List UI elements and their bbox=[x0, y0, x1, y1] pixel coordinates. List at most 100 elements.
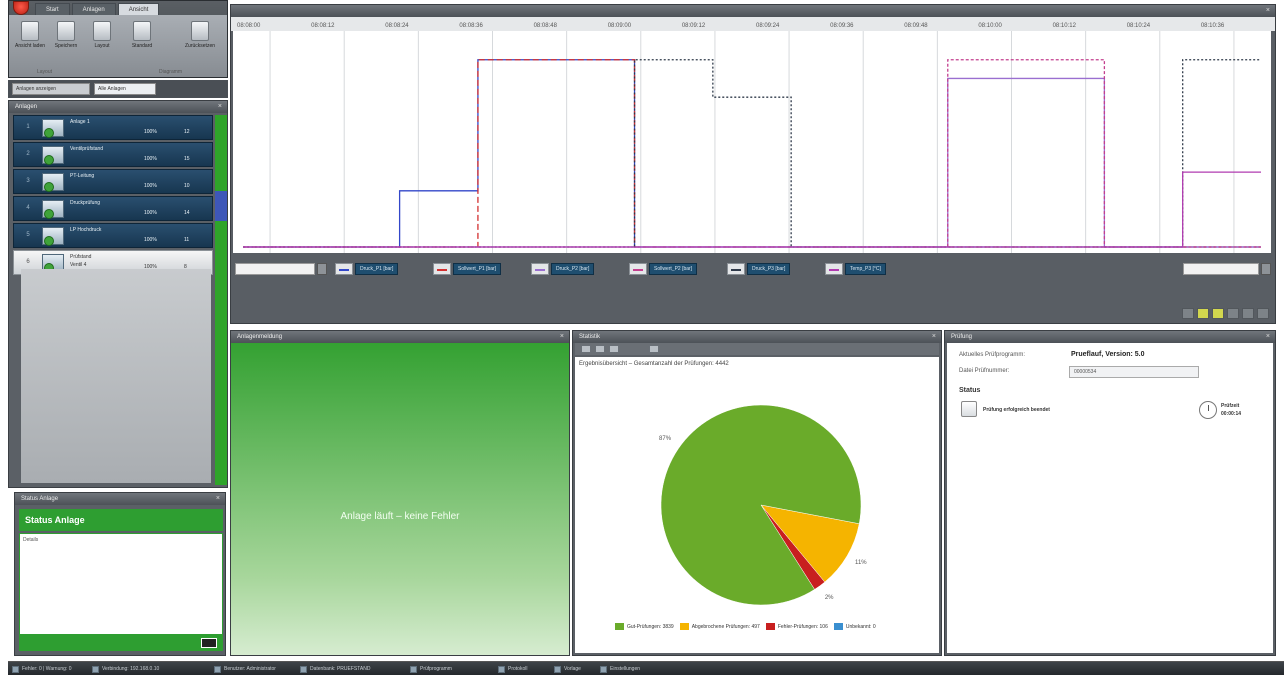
app-menu-button[interactable] bbox=[13, 1, 29, 15]
pie-legend-label: Gut-Prüfungen: 3839 bbox=[627, 623, 674, 630]
anlagen-select-dropdown[interactable]: Alle Anlagen bbox=[94, 83, 156, 95]
refresh-icon[interactable] bbox=[581, 345, 591, 353]
reset-zoom-icon[interactable] bbox=[1242, 308, 1254, 319]
status-toggle-button[interactable] bbox=[201, 638, 217, 648]
ribbon-tab-ansicht[interactable]: Ansicht bbox=[117, 3, 160, 15]
legend-swatch bbox=[825, 263, 843, 275]
pie-legend-swatch bbox=[765, 623, 775, 630]
status-heading: Status bbox=[959, 387, 981, 394]
status-anlage-panel: Status Anlage × Status Anlage Details bbox=[14, 492, 226, 656]
device-list: 1 Anlage 1 100% 12 2 Ventilprüfstand 100… bbox=[13, 115, 213, 277]
chart-panel-header: × bbox=[231, 5, 1275, 17]
list-item[interactable]: 2 Ventilprüfstand 100% 15 bbox=[13, 142, 213, 167]
test-number-field[interactable]: 00000534 bbox=[1069, 366, 1199, 378]
test-panel: Prüfung × Aktuelles Prüfprogramm: Pruefl… bbox=[944, 330, 1276, 656]
status-anlage-title: Status Anlage bbox=[19, 509, 223, 531]
statusbar-connection[interactable]: Verbindung: 192.168.0.10 bbox=[92, 664, 159, 674]
ribbon-group-layout: Layout bbox=[37, 69, 53, 75]
legend-item[interactable]: Druck_P2 [bar] bbox=[531, 262, 595, 276]
x-tick-label: 08:09:36 bbox=[830, 23, 854, 29]
status-text: Prüfung erfolgreich beendet bbox=[983, 407, 1050, 413]
ribbon-save-view-button[interactable]: Speichern bbox=[51, 21, 81, 57]
statusbar-errors[interactable]: Fehler: 0 | Warnung: 0 bbox=[12, 664, 71, 674]
chart-toolbar bbox=[1182, 308, 1269, 319]
pie-legend: Gut-Prüfungen: 3839 Abgebrochene Prüfunge… bbox=[615, 623, 935, 633]
ribbon-group-diagramm: Diagramm bbox=[159, 69, 183, 75]
pan-icon[interactable] bbox=[1197, 308, 1209, 319]
statusbar-program[interactable]: Prüfprogramm bbox=[410, 664, 452, 674]
export-icon[interactable] bbox=[1257, 308, 1269, 319]
device-icon bbox=[42, 146, 64, 165]
statusbar-settings[interactable]: Einstellungen bbox=[600, 664, 640, 674]
status-anlage-content: Details bbox=[19, 533, 223, 635]
panel-close-icon[interactable]: × bbox=[932, 331, 936, 343]
zoom-in-icon[interactable] bbox=[1182, 308, 1194, 319]
panel-close-icon[interactable]: × bbox=[218, 101, 222, 113]
plot-area[interactable] bbox=[233, 31, 1271, 253]
legend-item[interactable]: Druck_P3 [bar] bbox=[727, 262, 791, 276]
legend-item[interactable]: Temp_P3 [°C] bbox=[825, 262, 886, 276]
ribbon-load-view-button[interactable]: Ansicht laden bbox=[15, 21, 45, 57]
anlagen-filter-dropdown[interactable]: Anlagen anzeigen bbox=[12, 83, 90, 95]
export-icon[interactable] bbox=[609, 345, 619, 353]
ribbon-layout-button[interactable]: Layout bbox=[87, 21, 117, 57]
print-icon[interactable] bbox=[595, 345, 605, 353]
panel-close-icon[interactable]: × bbox=[1266, 5, 1270, 17]
list-item[interactable]: 4 Druckprüfung 100% 14 bbox=[13, 196, 213, 221]
legend-item[interactable]: Druck_P1 [bar] bbox=[335, 262, 399, 276]
x-tick-label: 08:09:24 bbox=[756, 23, 780, 29]
ribbon-tab-anlagen[interactable]: Anlagen bbox=[71, 3, 116, 15]
test-time-value: 00:00:14 bbox=[1221, 411, 1242, 417]
legend-swatch bbox=[629, 263, 647, 275]
list-item[interactable]: 3 PT-Leitung 100% 10 bbox=[13, 169, 213, 194]
x-tick-label: 08:08:36 bbox=[459, 23, 483, 29]
device-icon bbox=[42, 119, 64, 138]
clock-icon bbox=[1199, 401, 1217, 419]
status-document-icon bbox=[961, 401, 977, 417]
x-tick-label: 08:08:24 bbox=[385, 23, 409, 29]
panel-close-icon[interactable]: × bbox=[216, 493, 220, 505]
legend-item[interactable]: Sollwert_P2 [bar] bbox=[629, 262, 698, 276]
scroll-thumb[interactable] bbox=[215, 191, 227, 221]
statistics-body: Ergebnisübersicht – Gesamtanzahl der Prü… bbox=[575, 357, 939, 653]
test-panel-header: Prüfung × bbox=[945, 331, 1275, 343]
list-item[interactable]: 5 LP Hochdruck 100% 11 bbox=[13, 223, 213, 248]
zoom-out-icon[interactable] bbox=[1227, 308, 1239, 319]
statusbar-database[interactable]: Datenbank: PRUEFSTAND bbox=[300, 664, 370, 674]
pie-slice-label: 2% bbox=[825, 595, 834, 601]
settings-icon[interactable] bbox=[649, 345, 659, 353]
ribbon-standard-button[interactable]: Standard bbox=[127, 21, 157, 57]
settings-icon bbox=[600, 665, 607, 673]
program-icon bbox=[410, 665, 417, 673]
legend-item[interactable]: Sollwert_P1 [bar] bbox=[433, 262, 502, 276]
statusbar-template[interactable]: Vorlage bbox=[554, 664, 581, 674]
chart-legend: Druck_P1 [bar] Sollwert_P1 [bar] Druck_P2 … bbox=[235, 261, 1271, 277]
list-item[interactable]: 1 Anlage 1 100% 12 bbox=[13, 115, 213, 140]
chart-range-start-button[interactable] bbox=[317, 263, 327, 275]
x-tick-label: 08:10:24 bbox=[1127, 23, 1151, 29]
message-panel: Anlagenmeldung × Anlage läuft – keine Fe… bbox=[230, 330, 570, 656]
standard-icon bbox=[133, 21, 151, 41]
ribbon-reset-button[interactable]: Zurücksetzen bbox=[185, 21, 215, 57]
legend-label: Sollwert_P1 [bar] bbox=[453, 263, 502, 275]
pie-legend-item: Gut-Prüfungen: 3839 bbox=[615, 623, 674, 630]
statusbar-protocol[interactable]: Protokoll bbox=[498, 664, 527, 674]
status-bar: Fehler: 0 | Warnung: 0 Verbindung: 192.1… bbox=[8, 661, 1284, 675]
pie-legend-item: Abgebrochene Prüfungen: 497 bbox=[679, 623, 760, 630]
ribbon: Start Anlagen Ansicht Ansicht laden Spei… bbox=[8, 0, 228, 78]
ribbon-body: Ansicht laden Speichern Layout Standard … bbox=[9, 15, 227, 77]
ribbon-tab-start[interactable]: Start bbox=[35, 3, 70, 15]
x-tick-label: 08:08:00 bbox=[237, 23, 261, 29]
panel-close-icon[interactable]: × bbox=[1266, 331, 1270, 343]
statusbar-user[interactable]: Benutzer: Administrator bbox=[214, 664, 276, 674]
panel-close-icon[interactable]: × bbox=[560, 331, 564, 343]
load-view-icon bbox=[21, 21, 39, 41]
result-pie-chart: 11% 2% 87% bbox=[659, 404, 867, 606]
x-tick-label: 08:10:00 bbox=[978, 23, 1002, 29]
chart-range-end-button[interactable] bbox=[1261, 263, 1271, 275]
legend-label: Temp_P3 [°C] bbox=[845, 263, 886, 275]
statistics-panel-header: Statistik × bbox=[573, 331, 941, 343]
cursor-icon[interactable] bbox=[1212, 308, 1224, 319]
chart-range-start-input[interactable] bbox=[235, 263, 315, 275]
chart-range-end-input[interactable] bbox=[1183, 263, 1259, 275]
